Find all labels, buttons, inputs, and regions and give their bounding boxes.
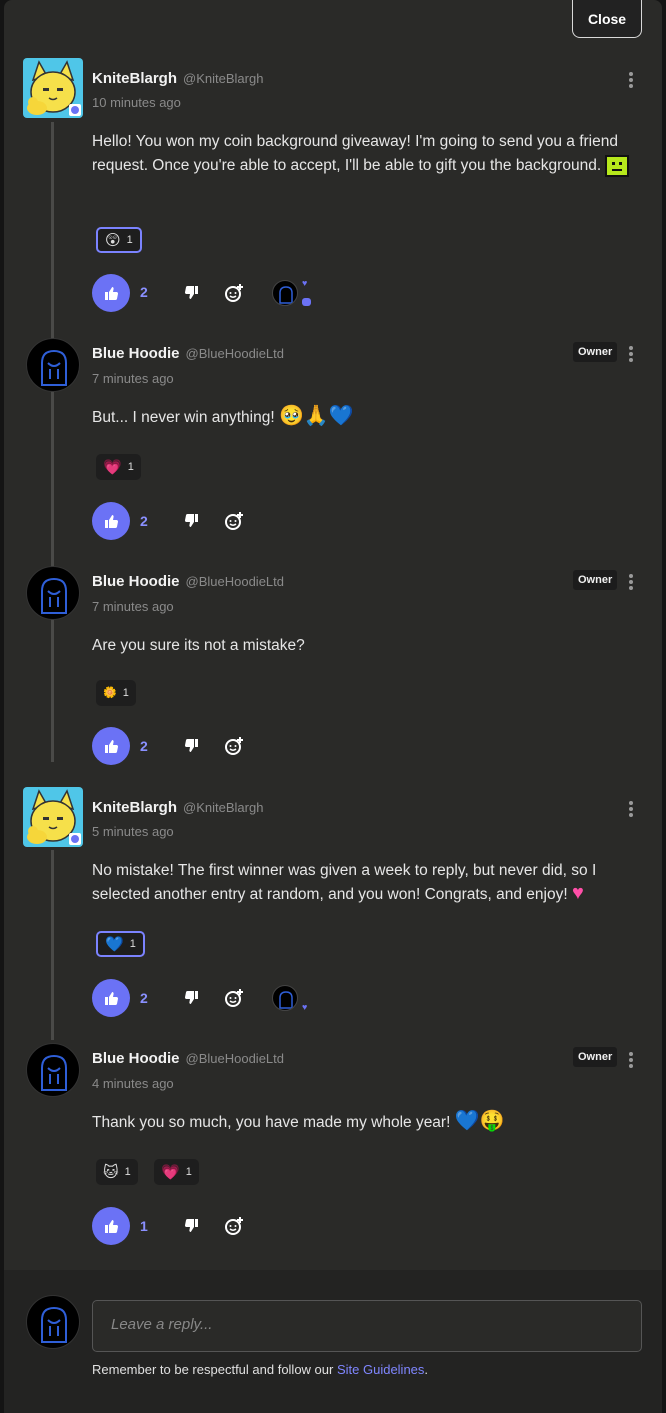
comment-text: No mistake! The first winner was given a… [92, 862, 597, 904]
avatar[interactable] [26, 566, 80, 620]
author-handle[interactable]: @BlueHoodieLtd [186, 1051, 284, 1066]
comment-text: Are you sure its not a mistake? [92, 637, 305, 654]
text-emojis: 🥹🙏💙 [278, 405, 354, 427]
timestamp: 5 minutes ago [92, 824, 174, 839]
author-name[interactable]: KniteBlargh [92, 70, 177, 87]
comment-text: But... I never win anything! 🥹🙏💙 [92, 405, 354, 427]
timestamp: 10 minutes ago [92, 95, 181, 110]
owner-badge: Owner [573, 1047, 618, 1067]
author-handle[interactable]: @BlueHoodieLtd [186, 574, 284, 589]
author-handle[interactable]: @KniteBlargh [183, 71, 263, 86]
author-name[interactable]: KniteBlargh [92, 799, 177, 816]
text-emojis: 💙🤑 [454, 1110, 505, 1132]
timestamp: 7 minutes ago [92, 599, 174, 614]
cat-emoji-icon: 🐱 [103, 1163, 119, 1181]
reactor-avatar[interactable] [272, 280, 298, 306]
like-button[interactable] [92, 979, 130, 1017]
timestamp: 4 minutes ago [92, 1076, 174, 1091]
reaction-chip[interactable]: 🐱 1 [96, 1159, 138, 1185]
reaction-chip[interactable]: 🌼 1 [96, 680, 136, 706]
thumbs-up-icon [105, 992, 119, 1005]
like-count: 2 [140, 990, 148, 1006]
current-user-avatar [26, 1295, 80, 1349]
heart-icon: ♥ [302, 278, 308, 288]
like-count: 1 [140, 1218, 148, 1234]
more-options-icon[interactable] [624, 572, 638, 592]
thumbs-up-icon [105, 740, 119, 753]
add-reaction-icon[interactable] [224, 283, 244, 303]
avatar[interactable] [23, 58, 83, 118]
comment-text: Hello! You won my coin background giveaw… [92, 130, 632, 178]
reply-input[interactable]: Leave a reply... [92, 1300, 642, 1352]
reaction-chip[interactable]: 💗 1 [96, 454, 141, 480]
pink-heart-icon: ♥ [571, 882, 584, 904]
site-guidelines-link[interactable]: Site Guidelines [337, 1362, 424, 1377]
close-button[interactable]: Close [572, 0, 642, 38]
author-handle[interactable]: @KniteBlargh [183, 800, 263, 815]
reaction-chip[interactable]: 😲 1 [96, 227, 142, 253]
flower-emoji-icon: 🌼 [103, 686, 117, 699]
like-count: 2 [140, 513, 148, 529]
pink-heart-emoji-icon: 💗 [103, 458, 122, 476]
more-options-icon[interactable] [624, 1050, 638, 1070]
thumbs-up-icon [105, 287, 119, 300]
thread-line [51, 850, 54, 1040]
thumbs-down-icon[interactable] [182, 1216, 202, 1236]
chat-icon [302, 298, 311, 306]
like-button[interactable] [92, 274, 130, 312]
more-options-icon[interactable] [624, 344, 638, 364]
thumbs-down-icon[interactable] [182, 736, 202, 756]
like-button[interactable] [92, 727, 130, 765]
thread-line [51, 122, 54, 762]
reaction-chip[interactable]: 💙 1 [96, 931, 145, 957]
comments-dialog: Close KniteBlargh @KniteBlargh 10 minute… [4, 0, 662, 1413]
author-handle[interactable]: @BlueHoodieLtd [186, 346, 284, 361]
avatar[interactable] [26, 1043, 80, 1097]
add-reaction-icon[interactable] [224, 511, 244, 531]
author-name[interactable]: Blue Hoodie [92, 345, 180, 362]
astonished-emoji-icon: 😲 [105, 231, 121, 249]
like-button[interactable] [92, 1207, 130, 1245]
more-options-icon[interactable] [624, 70, 638, 90]
owner-badge: Owner [573, 342, 618, 362]
thumbs-down-icon[interactable] [182, 511, 202, 531]
thumbs-up-icon [105, 515, 119, 528]
avatar[interactable] [23, 787, 83, 847]
author-name[interactable]: Blue Hoodie [92, 1050, 180, 1067]
add-reaction-icon[interactable] [224, 988, 244, 1008]
like-count: 2 [140, 284, 148, 300]
author-name[interactable]: Blue Hoodie [92, 573, 180, 590]
avatar[interactable] [26, 338, 80, 392]
add-reaction-icon[interactable] [224, 1216, 244, 1236]
smiley-sticker-icon [605, 154, 630, 177]
thumbs-down-icon[interactable] [182, 988, 202, 1008]
guidelines-note: Remember to be respectful and follow our… [92, 1362, 429, 1377]
like-button[interactable] [92, 502, 130, 540]
reply-area: Leave a reply... Remember to be respectf… [4, 1270, 662, 1413]
comment-text: Thank you so much, you have made my whol… [92, 1110, 505, 1132]
more-options-icon[interactable] [624, 799, 638, 819]
timestamp: 7 minutes ago [92, 371, 174, 386]
blue-heart-emoji-icon: 💙 [105, 935, 124, 953]
owner-badge: Owner [573, 570, 618, 590]
like-count: 2 [140, 738, 148, 754]
reactor-avatar[interactable] [272, 985, 298, 1011]
heart-icon: ♥ [302, 1002, 308, 1012]
thumbs-up-icon [105, 1220, 119, 1233]
reaction-chip[interactable]: 💗 1 [154, 1159, 199, 1185]
add-reaction-icon[interactable] [224, 736, 244, 756]
pink-heart-emoji-icon: 💗 [161, 1163, 180, 1181]
thumbs-down-icon[interactable] [182, 283, 202, 303]
